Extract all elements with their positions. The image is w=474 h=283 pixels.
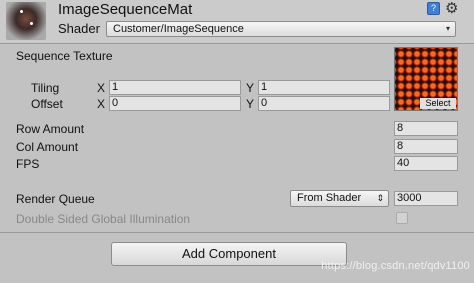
- fps-field[interactable]: 40: [394, 156, 458, 171]
- offset-y-field[interactable]: 0: [258, 96, 390, 111]
- offset-x-field[interactable]: 0: [109, 96, 241, 111]
- divider: [0, 232, 474, 233]
- shader-value: Customer/ImageSequence: [113, 23, 244, 35]
- render-queue-dropdown[interactable]: From Shader ⇕: [290, 190, 389, 207]
- fps-label: FPS: [16, 157, 40, 171]
- render-queue-field[interactable]: 3000: [394, 191, 458, 206]
- offset-y-label: Y: [246, 97, 255, 111]
- watermark: https://blog.csdn.net/qdv1100: [321, 260, 470, 272]
- gear-icon[interactable]: ⚙: [445, 0, 458, 17]
- material-thumbnail-icon: [6, 2, 46, 40]
- row-amount-label: Row Amount: [16, 122, 85, 136]
- dropdown-arrow-icon: ▾: [445, 24, 450, 33]
- double-sided-gi-label: Double Sided Global Illumination: [16, 212, 191, 226]
- shader-label: Shader: [58, 21, 100, 36]
- sequence-texture-label: Sequence Texture: [16, 49, 113, 63]
- double-sided-gi-checkbox[interactable]: [396, 212, 408, 224]
- render-queue-mode: From Shader: [297, 192, 362, 204]
- shader-dropdown[interactable]: Customer/ImageSequence ▾: [106, 21, 456, 37]
- col-amount-field[interactable]: 8: [394, 139, 458, 154]
- dropdown-arrow-icon: ⇕: [376, 193, 384, 203]
- material-name: ImageSequenceMat: [58, 1, 193, 18]
- tiling-y-field[interactable]: 1: [258, 80, 390, 95]
- tiling-x-field[interactable]: 1: [109, 80, 241, 95]
- tiling-y-label: Y: [246, 81, 255, 95]
- texture-preview[interactable]: Select: [394, 47, 458, 111]
- texture-select-button[interactable]: Select: [420, 98, 456, 109]
- render-queue-label: Render Queue: [16, 192, 95, 206]
- inspector-header: ImageSequenceMat ? ⚙ Shader Customer/Ima…: [0, 0, 474, 44]
- offset-x-label: X: [97, 97, 106, 111]
- row-amount-field[interactable]: 8: [394, 121, 458, 136]
- tiling-label: Tiling: [31, 81, 60, 95]
- help-icon[interactable]: ?: [427, 2, 440, 15]
- col-amount-label: Col Amount: [16, 140, 79, 154]
- offset-label: Offset: [31, 97, 63, 111]
- add-component-button[interactable]: Add Component: [111, 242, 347, 266]
- tiling-x-label: X: [97, 81, 106, 95]
